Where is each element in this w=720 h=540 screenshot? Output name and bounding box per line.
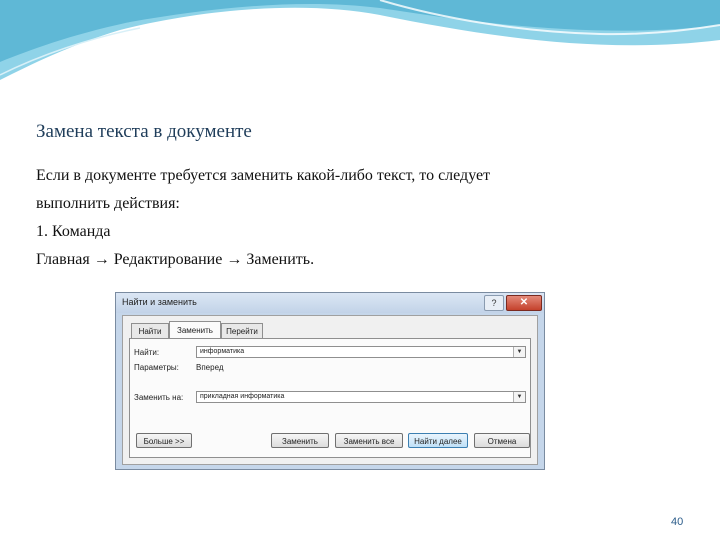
chevron-down-icon[interactable]: ▼ [513,347,525,357]
slide-body: Если в документе требуется заменить како… [36,162,636,274]
more-button[interactable]: Больше >> [136,433,192,448]
body-line: Главная → Редактирование → Заменить. [36,251,315,268]
cancel-button[interactable]: Отмена [474,433,530,448]
tab-replace[interactable]: Заменить [169,321,221,339]
tab-content: Найти: информатика ▼ Параметры: Вперед З… [129,338,531,458]
replace-all-button[interactable]: Заменить все [335,433,403,448]
slide-title: Замена текста в документе [36,121,252,142]
replace-input[interactable]: прикладная информатика ▼ [196,391,526,403]
dialog-panel: Найти Заменить Перейти Найти: информатик… [122,315,538,465]
tab-find[interactable]: Найти [131,323,169,338]
replace-value: прикладная информатика [200,393,285,400]
tab-goto[interactable]: Перейти [221,323,263,338]
find-value: информатика [200,348,245,355]
replace-button[interactable]: Заменить [271,433,329,448]
body-line: Если в документе требуется заменить како… [36,167,491,184]
find-input[interactable]: информатика ▼ [196,346,526,358]
replace-label: Заменить на: [134,393,184,402]
chevron-down-icon[interactable]: ▼ [513,392,525,402]
find-replace-dialog: Найти и заменить ? ✕ Найти Заменить Пере… [115,292,545,470]
body-line: выполнить действия: [36,195,180,212]
direction-label: Параметры: [134,363,179,372]
direction-value: Вперед [196,363,224,372]
body-line: 1. Команда [36,223,111,240]
close-button[interactable]: ✕ [506,295,542,311]
find-next-button[interactable]: Найти далее [408,433,468,448]
page-number: 40 [671,516,684,528]
dialog-title: Найти и заменить [122,297,197,307]
dialog-titlebar[interactable]: Найти и заменить ? ✕ [116,293,544,313]
header-wave-decoration [0,0,720,80]
help-button[interactable]: ? [484,295,504,311]
find-label: Найти: [134,348,160,357]
